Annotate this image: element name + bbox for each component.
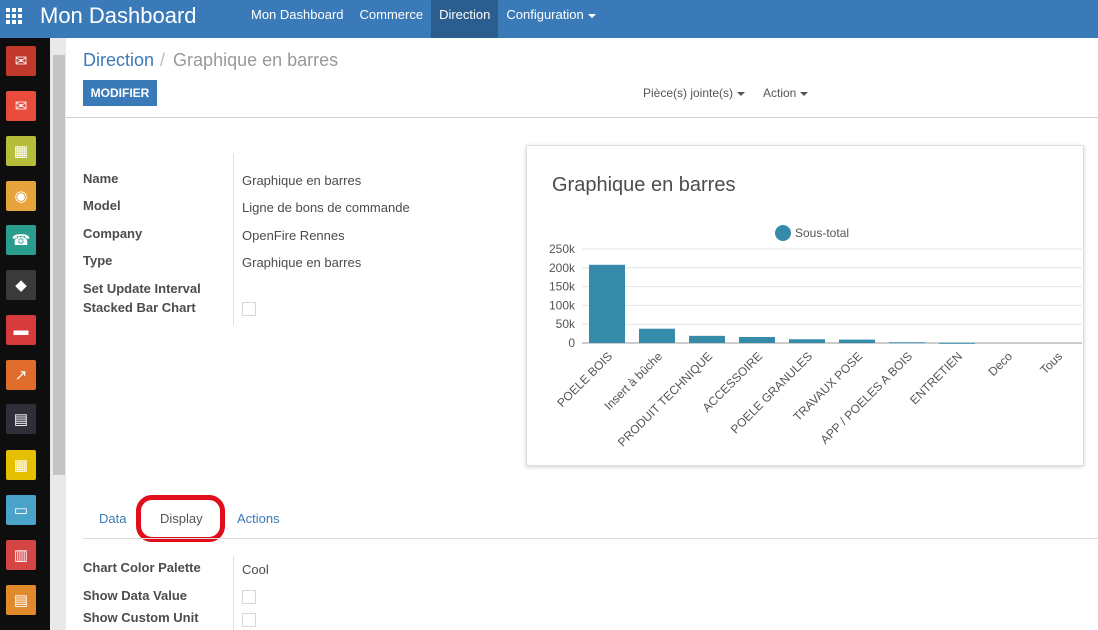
- field-label-stacked-bar: Stacked Bar Chart: [83, 300, 196, 315]
- show-data-value-checkbox[interactable]: [242, 590, 256, 604]
- bar: [589, 264, 625, 343]
- bar-chart: Sous-total050k100k150k200k250kPOELE BOIS…: [549, 225, 1082, 449]
- breadcrumb-current: Graphique en barres: [173, 50, 339, 70]
- field-label-type: Type: [83, 253, 113, 268]
- show-custom-unit-checkbox[interactable]: [242, 613, 256, 627]
- x-tick-label: APP / POELES A BOIS: [818, 349, 915, 446]
- bar: [889, 342, 925, 344]
- tab-actions[interactable]: Actions: [237, 511, 280, 526]
- caret-down-icon: [800, 91, 809, 96]
- menu-mon-dashboard[interactable]: Mon Dashboard: [243, 0, 352, 38]
- mail-icon[interactable]: ✉: [6, 91, 36, 121]
- x-tick-label: Tous: [1037, 349, 1065, 377]
- field-value-model: Ligne de bons de commande: [242, 200, 410, 215]
- tab-data[interactable]: Data: [99, 511, 126, 526]
- y-tick-label: 250k: [549, 242, 576, 256]
- calendar-icon[interactable]: ▦: [6, 136, 36, 166]
- menu-direction[interactable]: Direction: [431, 0, 499, 38]
- field-label-update-interval: Set Update Interval: [83, 281, 201, 296]
- legend-swatch: [775, 225, 791, 241]
- menu-configuration-label: Configuration: [506, 7, 584, 22]
- contacts-icon[interactable]: ☎: [6, 225, 36, 255]
- action-dropdown[interactable]: Action: [763, 86, 809, 100]
- tabs-divider: [83, 538, 1098, 539]
- bar: [639, 328, 675, 343]
- field-value-color-palette: Cool: [242, 562, 269, 577]
- calculator-icon[interactable]: ▦: [6, 450, 36, 480]
- field-label-show-custom-unit: Show Custom Unit: [83, 610, 199, 625]
- field-divider: [233, 153, 234, 325]
- legend-label: Sous-total: [795, 226, 849, 240]
- field-value-name: Graphique en barres: [242, 173, 362, 188]
- x-tick-label: ENTRETIEN: [907, 349, 965, 407]
- menu-configuration[interactable]: Configuration: [498, 0, 603, 38]
- divider: [66, 117, 1098, 118]
- bar: [939, 342, 975, 344]
- field-value-company: OpenFire Rennes: [242, 228, 345, 243]
- building-icon[interactable]: ▥: [6, 540, 36, 570]
- y-tick-label: 150k: [549, 280, 576, 294]
- chart-icon[interactable]: ↗: [6, 360, 36, 390]
- card-icon[interactable]: ▭: [6, 495, 36, 525]
- y-tick-label: 50k: [556, 317, 576, 331]
- action-label: Action: [763, 86, 797, 100]
- top-navbar: Mon Dashboard Mon Dashboard Commerce Dir…: [0, 0, 1098, 38]
- folder-icon[interactable]: ▬: [6, 315, 36, 345]
- field-value-type: Graphique en barres: [242, 255, 362, 270]
- box-icon[interactable]: ◆: [6, 270, 36, 300]
- app-title: Mon Dashboard: [40, 3, 197, 28]
- y-tick-label: 100k: [549, 298, 576, 312]
- field-label-name: Name: [83, 171, 119, 186]
- stacked-bar-checkbox[interactable]: [242, 302, 256, 316]
- modifier-button[interactable]: MODIFIER: [83, 80, 157, 106]
- y-tick-label: 0: [568, 336, 575, 350]
- top-menu: Mon Dashboard Commerce Direction Configu…: [243, 0, 604, 38]
- field-divider: [233, 556, 234, 630]
- y-tick-label: 200k: [549, 261, 576, 275]
- bar: [839, 339, 875, 343]
- tab-display[interactable]: Display: [160, 511, 203, 526]
- map-pin-icon[interactable]: ◉: [6, 181, 36, 211]
- x-tick-label: Deco: [985, 349, 1015, 379]
- document-icon[interactable]: ▤: [6, 404, 36, 434]
- field-label-show-data-value: Show Data Value: [83, 588, 188, 603]
- sidebar-scroll-thumb[interactable]: [53, 55, 65, 475]
- caret-down-icon: [737, 91, 746, 96]
- chart-card: Graphique en barres Sous-total 0 50k 100k 15…: [526, 145, 1084, 466]
- breadcrumb-parent[interactable]: Direction: [83, 50, 154, 70]
- breadcrumb-separator: /: [160, 50, 166, 70]
- field-label-model: Model: [83, 198, 121, 213]
- menu-commerce[interactable]: Commerce: [352, 0, 432, 38]
- bar: [739, 336, 775, 343]
- bar: [689, 335, 725, 343]
- chat-icon[interactable]: ✉: [6, 46, 36, 76]
- file-icon[interactable]: ▤: [6, 585, 36, 615]
- x-tick-label: PRODUIT TECHNIQUE: [615, 349, 715, 449]
- field-label-color-palette: Chart Color Palette: [83, 560, 201, 575]
- apps-grid-icon[interactable]: [6, 8, 22, 24]
- attachments-label: Pièce(s) jointe(s): [643, 86, 734, 100]
- attachments-dropdown[interactable]: Pièce(s) jointe(s): [643, 86, 746, 100]
- field-label-company: Company: [83, 226, 143, 241]
- bar: [789, 339, 825, 343]
- app-sidebar: ✉ ✉ ▦ ◉ ☎ ◆ ▬ ↗ ▤ ▦ ▭ ▥ ▤: [0, 38, 50, 630]
- breadcrumb: Direction / Graphique en barres: [83, 50, 338, 71]
- caret-down-icon: [587, 13, 596, 18]
